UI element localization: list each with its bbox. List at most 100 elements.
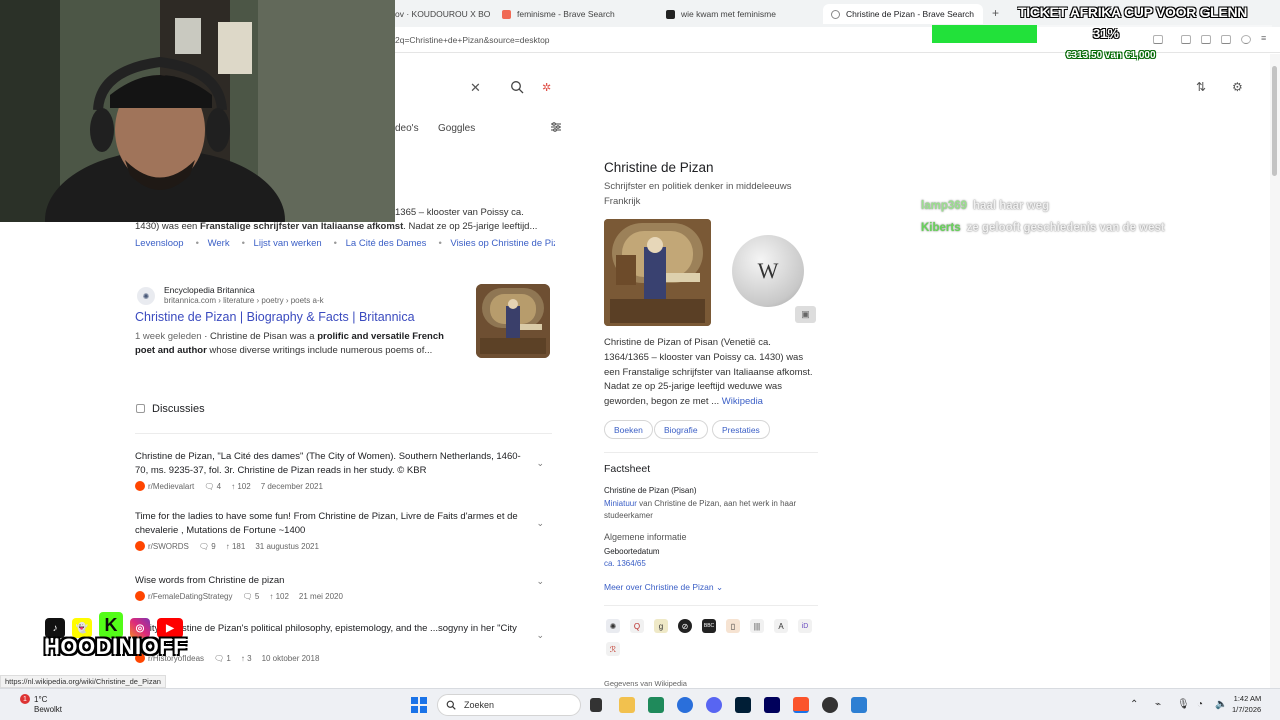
chevron-down-icon[interactable]: ⌄ bbox=[536, 576, 544, 587]
knowledge-panel-photo[interactable] bbox=[604, 219, 711, 326]
task-view-icon[interactable] bbox=[590, 698, 602, 712]
taskbar-search[interactable]: Zoeken bbox=[437, 694, 581, 716]
chip-biografie[interactable]: Biografie bbox=[654, 420, 708, 439]
reddit-icon bbox=[135, 481, 145, 491]
deeplink[interactable]: Werk bbox=[208, 238, 230, 249]
subreddit[interactable]: r/FemaleDatingStrategy bbox=[148, 592, 232, 601]
britannica-source-icon[interactable]: ✺ bbox=[606, 619, 620, 633]
filter-icon[interactable] bbox=[550, 121, 562, 133]
miniature-link[interactable]: Miniatuur bbox=[604, 499, 637, 508]
obs-icon[interactable] bbox=[822, 697, 838, 713]
tab-videos[interactable]: deo's bbox=[395, 123, 419, 134]
wifi-icon[interactable]: ◔ bbox=[1197, 699, 1203, 710]
browser-tab-active[interactable]: Christine de Pizan - Brave Search ✕ bbox=[823, 4, 983, 24]
status-bar-url: https://nl.wikipedia.org/wiki/Christine_… bbox=[0, 675, 166, 688]
tab-label: Christine de Pizan - Brave Search bbox=[846, 9, 975, 19]
discussions-heading: Discussies bbox=[152, 403, 205, 415]
browser-tab[interactable]: ov · KOUDOUROU X BO! bbox=[395, 4, 490, 24]
more-about-label: Meer over Christine de Pizan bbox=[604, 582, 714, 592]
discussion-title[interactable]: Wise words from Christine de pizan bbox=[135, 574, 525, 588]
subreddit[interactable]: r/Medievalart bbox=[148, 482, 194, 491]
result-snippet: 1430) was een Franstalige schrijfster va… bbox=[135, 220, 555, 234]
discussion-item[interactable]: ...City: Christine de Pizan's political … bbox=[135, 622, 552, 663]
settings-gear-icon[interactable]: ⚙ bbox=[1232, 80, 1243, 94]
quora-source-icon[interactable]: Q bbox=[630, 619, 644, 633]
result-thumbnail-image[interactable] bbox=[476, 284, 550, 358]
bbc-source-icon[interactable]: BBC bbox=[702, 619, 716, 633]
comment-icon: 🗨 bbox=[204, 481, 217, 491]
taskbar-clock[interactable]: 1:42 AM 1/7/2026 bbox=[1232, 693, 1261, 715]
wikipedia-logo-icon[interactable]: W bbox=[732, 235, 804, 307]
chat-text: ze gelooft geschiedenis van de west bbox=[966, 222, 1165, 234]
brave-search-favicon-icon bbox=[502, 9, 511, 19]
chip-boeken[interactable]: Boeken bbox=[604, 420, 653, 439]
discussion-date: 7 december 2021 bbox=[260, 481, 323, 491]
ai-answer-icon[interactable]: ✲ bbox=[542, 81, 551, 94]
britannica-favicon-icon: ✺ bbox=[137, 287, 155, 305]
subreddit[interactable]: r/SWORDS bbox=[148, 542, 189, 551]
source-icon[interactable]: ℛ bbox=[606, 642, 620, 656]
browser-tab[interactable]: wie kwam met feminisme bbox=[666, 4, 816, 24]
premiere-icon[interactable] bbox=[764, 697, 780, 713]
snippet-text: . Nadat ze op 25-jarige leeftijd... bbox=[403, 221, 538, 232]
source-icon[interactable]: A bbox=[774, 619, 788, 633]
app-icon[interactable] bbox=[648, 697, 664, 713]
comments-value: 9 bbox=[211, 541, 216, 551]
knowledge-panel-title: Christine de Pizan bbox=[604, 160, 714, 175]
discussion-date: 10 oktober 2018 bbox=[261, 653, 320, 663]
microphone-icon[interactable]: 🎙 bbox=[1177, 699, 1190, 710]
chevron-down-icon[interactable]: ⌄ bbox=[536, 458, 544, 469]
deeplink[interactable]: Lijst van werken bbox=[254, 238, 322, 249]
clear-search-icon[interactable]: ✕ bbox=[470, 80, 481, 96]
discussion-title[interactable]: Time for the ladies to have some fun! Fr… bbox=[135, 510, 525, 538]
scrollbar-thumb[interactable] bbox=[1272, 66, 1277, 176]
brave-browser-icon[interactable] bbox=[793, 697, 809, 713]
sort-icon[interactable]: ⇅ bbox=[1196, 80, 1206, 94]
discussion-item[interactable]: Wise words from Christine de pizan r/Fem… bbox=[135, 574, 552, 601]
deeplink[interactable]: La Cité des Dames bbox=[346, 238, 427, 249]
windows-start-icon[interactable] bbox=[411, 697, 427, 713]
discussion-item[interactable]: Christine de Pizan, "La Cité des dames" … bbox=[135, 450, 552, 491]
discussion-item[interactable]: Time for the ladies to have some fun! Fr… bbox=[135, 510, 552, 551]
edge-icon[interactable] bbox=[677, 697, 693, 713]
webcam-overlay bbox=[0, 0, 395, 222]
chevron-down-icon[interactable]: ⌄ bbox=[536, 518, 544, 529]
birth-value[interactable]: ca. 1364/65 bbox=[604, 559, 646, 568]
file-explorer-icon[interactable] bbox=[619, 697, 635, 713]
wikipedia-link[interactable]: Wikipedia bbox=[722, 396, 763, 407]
fact-name: Christine de Pizan (Pisan) bbox=[604, 486, 697, 495]
source-icon[interactable]: ⊘ bbox=[678, 619, 692, 633]
id-source-icon[interactable]: iD bbox=[798, 619, 812, 633]
more-about-link[interactable]: Meer over Christine de Pizan ⌄ bbox=[604, 582, 723, 593]
deeplink[interactable]: Levensloop bbox=[135, 238, 184, 249]
barcode-source-icon[interactable]: ||| bbox=[750, 619, 764, 633]
goodreads-source-icon[interactable]: g bbox=[654, 619, 668, 633]
result-title-link[interactable]: Christine de Pizan | Biography & Facts |… bbox=[135, 310, 415, 324]
browser-tab[interactable]: feminisme - Brave Search bbox=[502, 4, 652, 24]
gallery-icon[interactable]: ▣ bbox=[795, 306, 816, 323]
chat-username: lamp369 bbox=[921, 200, 968, 212]
comments-value: 4 bbox=[216, 481, 222, 491]
volume-icon[interactable]: 🔈 bbox=[1215, 699, 1227, 710]
discord-icon[interactable] bbox=[706, 697, 722, 713]
chip-prestaties[interactable]: Prestaties bbox=[712, 420, 770, 439]
discussion-meta: r/Medievalart 🗨 4 ↑ 102 7 december 2021 bbox=[135, 481, 552, 491]
tray-chevron-icon[interactable]: ⌃ bbox=[1130, 699, 1138, 710]
app-icon[interactable] bbox=[851, 697, 867, 713]
page-scrollbar[interactable] bbox=[1270, 54, 1280, 690]
new-tab-icon[interactable]: + bbox=[992, 6, 999, 20]
chat-message: lamp369 haal haar weg bbox=[921, 200, 1049, 212]
chevron-down-icon[interactable]: ⌄ bbox=[536, 630, 544, 641]
source-icon[interactable]: ▯ bbox=[726, 619, 740, 633]
comments-count: 🗨 4 bbox=[204, 482, 221, 491]
weather-alert-icon[interactable]: 1 bbox=[20, 694, 30, 704]
desc-text: · Christine de Pisan was a bbox=[201, 331, 318, 342]
discussion-title[interactable]: ...City: Christine de Pizan's political … bbox=[135, 622, 525, 650]
network-icon[interactable]: ⌁ bbox=[1155, 699, 1161, 710]
search-icon[interactable] bbox=[510, 80, 524, 94]
deeplink[interactable]: Visies op Christine de Pizan bbox=[450, 238, 555, 249]
photoshop-icon[interactable] bbox=[735, 697, 751, 713]
weather-widget[interactable]: 1°C Bewolkt bbox=[34, 695, 62, 715]
tab-goggles[interactable]: Goggles bbox=[438, 123, 475, 134]
discussion-title[interactable]: Christine de Pizan, "La Cité des dames" … bbox=[135, 450, 525, 478]
